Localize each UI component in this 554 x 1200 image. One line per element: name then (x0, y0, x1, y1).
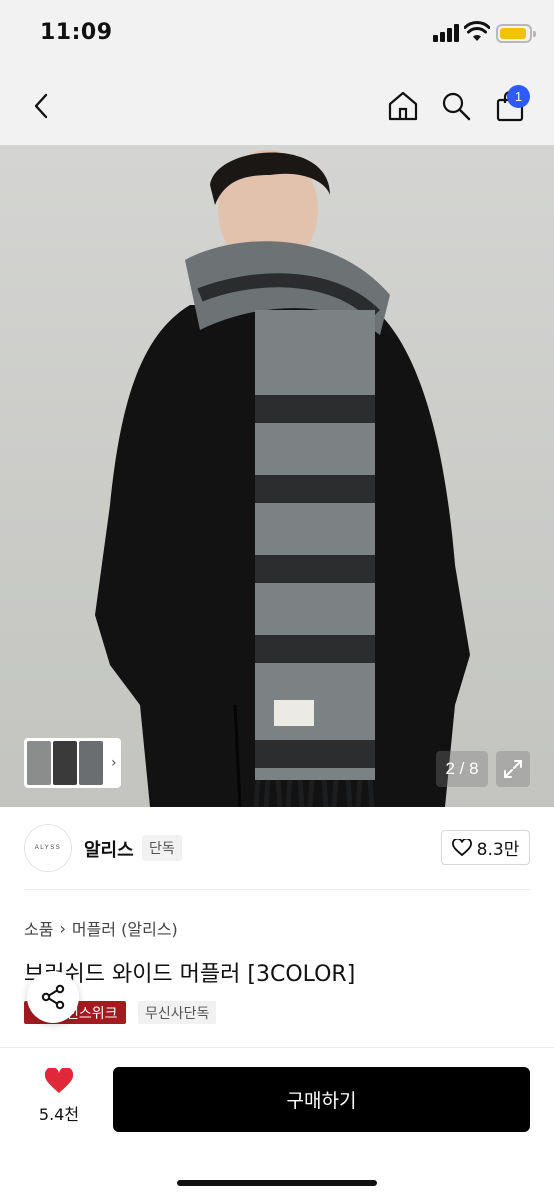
heart-outline-icon (451, 838, 472, 856)
divider (0, 1047, 554, 1048)
product-photo-illustration (0, 145, 554, 807)
divider (24, 889, 530, 890)
wifi-icon (464, 21, 490, 41)
wishlist-button[interactable]: 5.4천 (30, 1068, 88, 1130)
image-counter: 2 / 8 (436, 751, 488, 787)
share-button[interactable] (27, 971, 79, 1023)
cart-count-badge: 1 (507, 85, 530, 108)
brand-like-count: 8.3만 (476, 840, 520, 860)
search-icon (442, 92, 471, 121)
home-button[interactable] (381, 84, 425, 128)
expand-button[interactable] (496, 751, 530, 787)
breadcrumb-category[interactable]: 소품 (24, 916, 53, 940)
home-indicator (177, 1180, 377, 1186)
thumbnail-strip[interactable]: › (24, 738, 121, 788)
chevron-right-icon: › (111, 755, 117, 771)
thumbnail-3[interactable] (79, 741, 103, 785)
breadcrumb: 소품 › 머플러 (알리스) (24, 916, 178, 940)
status-bar: 11:09 (0, 0, 554, 70)
search-button[interactable] (434, 84, 478, 128)
product-image[interactable] (0, 145, 554, 807)
breadcrumb-subcategory[interactable]: 머플러 (알리스) (72, 916, 178, 940)
top-nav (0, 70, 554, 145)
home-icon (388, 91, 418, 121)
breadcrumb-separator: › (59, 918, 66, 938)
wishlist-count: 5.4천 (38, 1105, 80, 1124)
brand-name[interactable]: 알리스 (84, 836, 134, 862)
thumbnail-1[interactable] (27, 741, 51, 785)
status-time: 11:09 (40, 20, 113, 45)
exclusive-tag: 무신사단독 (138, 1001, 217, 1024)
exclusive-badge: 단독 (142, 835, 182, 861)
signal-icon (433, 24, 459, 42)
brand-logo[interactable]: ALYSS (24, 824, 72, 872)
thumbnail-2[interactable] (53, 741, 77, 785)
back-button[interactable] (20, 84, 64, 128)
chevron-left-icon (34, 93, 48, 119)
expand-icon (504, 760, 522, 778)
share-icon (41, 984, 65, 1010)
brand-like-button[interactable]: 8.3만 (441, 830, 530, 865)
battery-icon (496, 24, 536, 43)
buy-button[interactable]: 구매하기 (113, 1067, 530, 1132)
heart-filled-icon (44, 1068, 74, 1093)
